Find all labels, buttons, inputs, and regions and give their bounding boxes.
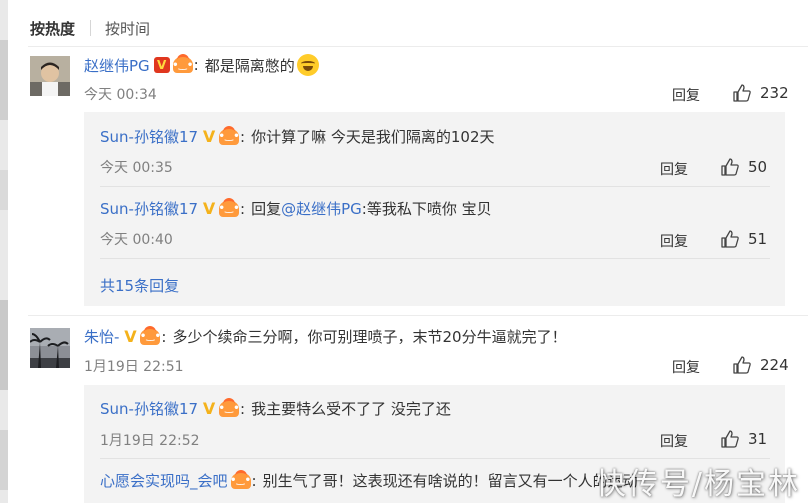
reply-button[interactable]: 回复 [672,85,700,105]
mention-link[interactable]: @赵继伟PG [281,198,362,219]
reply-header: Sun-孙铭徽17 V •‿• : 我主要特么受不了了 没完了还 [100,397,451,419]
like-count: 232 [760,84,789,102]
fans-badge-icon: •‿• [219,397,240,417]
reply-time: 1月19日 22:52 [100,433,200,449]
sort-by-time-tab[interactable]: 按时间 [105,18,150,39]
comment-divider [28,315,808,316]
reply-prefix: 回复 [251,200,282,218]
username-link[interactable]: Sun-孙铭徽17 [100,398,198,419]
comment-text: 都是隔离憋的 [204,56,295,75]
verified-v-icon: V [153,57,170,73]
reply-time: 今天 00:40 [100,232,173,248]
username-link[interactable]: 心愿会实现吗_会吧 [100,470,228,491]
reply-header: Sun-孙铭徽17 V •‿• : 你计算了嘛 今天是我们隔离的102天 [100,125,495,147]
verified-v-icon: V [124,326,137,346]
like-button[interactable]: 51 [720,229,767,249]
colon-separator: : [161,327,167,346]
fans-badge-icon: •‿• [172,54,193,73]
watermark: 快传号/杨宝林 [595,467,800,502]
comment-time: 今天 00:34 [84,87,157,103]
username-link[interactable]: 朱怡- [84,326,119,347]
comment-header: 赵继伟PG V •‿• : 都是隔离憋的 [84,54,319,76]
comment-header: 朱怡- V •‿• : 多少个续命三分啊，你可别理喷子，末节20分牛逼就完了！ [84,325,567,347]
thumbs-up-icon [721,430,739,448]
like-button[interactable]: 31 [720,429,767,449]
fans-badge-icon: •‿• [219,125,240,145]
like-count: 31 [748,430,768,448]
reply-text: 你计算了嘛 今天是我们隔离的102天 [251,128,495,146]
like-button[interactable]: 232 [732,83,789,103]
username-link[interactable]: 赵继伟PG [84,55,150,76]
username-link[interactable]: Sun-孙铭徽17 [100,198,198,219]
reply-button[interactable]: 回复 [660,159,688,179]
colon-separator: : [240,127,246,146]
sort-separator [90,20,91,36]
reply-button[interactable]: 回复 [660,431,688,451]
comment-text: 多少个续命三分啊，你可别理喷子，末节20分牛逼就完了！ [172,328,567,346]
avatar[interactable] [30,56,70,96]
laughing-emoji-icon [296,54,319,76]
thumbs-up-icon [721,230,739,248]
reply-button[interactable]: 回复 [672,357,700,377]
reply-button[interactable]: 回复 [660,231,688,251]
left-edge-strip [0,0,8,503]
reply-text: 我主要特么受不了了 没完了还 [251,400,451,418]
colon-separator: : [251,471,257,490]
reply-text: 别生气了哥！这表现还有啥说的！留言又有一个人的运动 [262,472,638,490]
like-count: 224 [760,356,789,374]
reply-time: 今天 00:35 [100,160,173,176]
colon-separator: : [240,399,246,418]
thumbs-up-icon [733,84,751,102]
reply-divider [100,186,770,187]
verified-v-icon: V [202,398,216,418]
reply-header: Sun-孙铭徽17 V •‿• : 回复 @赵继伟PG :等我私下喷你 宝贝 [100,197,492,219]
verified-v-icon: V [202,126,216,146]
like-button[interactable]: 224 [732,355,789,375]
reply-divider [100,258,770,259]
view-more-replies-link[interactable]: 共15条回复 [100,275,179,296]
comment-time: 1月19日 22:51 [84,359,184,375]
fans-badge-icon: •‿• [140,325,161,345]
fans-badge-icon: •‿• [219,197,240,217]
fans-badge-icon: •‿• [230,469,251,489]
header-divider [28,46,808,47]
reply-text: :等我私下喷你 宝贝 [361,200,492,218]
like-count: 50 [748,158,768,176]
like-button[interactable]: 50 [720,157,767,177]
colon-separator: : [240,199,246,218]
thumbs-up-icon [721,158,739,176]
avatar[interactable] [30,328,70,368]
username-link[interactable]: Sun-孙铭徽17 [100,126,198,147]
verified-v-icon: V [202,198,216,218]
colon-separator: : [193,56,199,74]
like-count: 51 [748,230,768,248]
thumbs-up-icon [733,356,751,374]
sort-by-hot-tab[interactable]: 按热度 [30,18,75,39]
reply-header: 心愿会实现吗_会吧 •‿• : 别生气了哥！这表现还有啥说的！留言又有一个人的运… [100,469,638,491]
